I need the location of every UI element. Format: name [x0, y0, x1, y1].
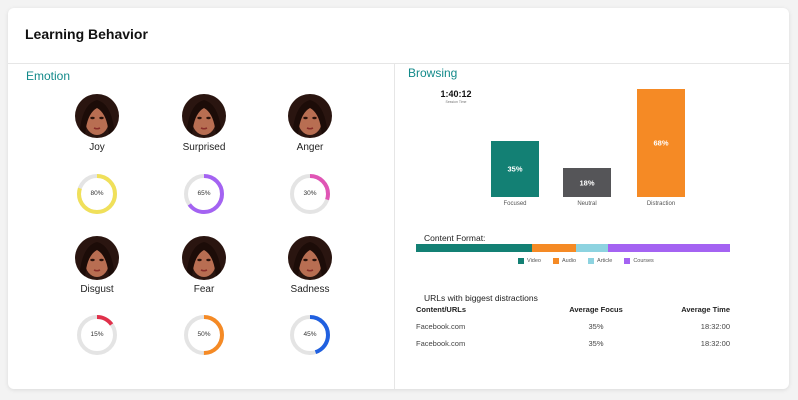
page-title: Learning Behavior [25, 26, 148, 42]
format-segment-video[interactable] [416, 244, 533, 252]
emotion-percent: 30% [303, 190, 317, 197]
emotion-label: Disgust [80, 284, 114, 295]
bar-neutral[interactable]: 18% [563, 168, 611, 197]
legend-swatch [518, 258, 524, 264]
emotion-ring: 80% [74, 171, 120, 217]
face-avatar [182, 94, 226, 138]
format-segment-courses[interactable] [607, 244, 730, 252]
legend-label: Audio [561, 258, 577, 264]
legend-label: Video [527, 258, 541, 264]
emotion-ring: 45% [287, 312, 333, 358]
emotion-label: Joy [89, 142, 105, 153]
emotion-ring: 65% [181, 171, 227, 217]
emotion-title: Emotion [26, 69, 71, 83]
time-cell: 18:32:00 [700, 339, 730, 348]
emotion-percent: 15% [90, 331, 104, 338]
emotion-ring: 15% [74, 312, 120, 358]
legend-item: Courses [624, 258, 654, 264]
legend-swatch [588, 258, 595, 264]
time-cell: 18:32:00 [700, 322, 730, 331]
session-time: 1:40:12 Session Time [436, 89, 476, 104]
emotion-label: Sadness [290, 284, 330, 295]
emotion-label: Anger [296, 142, 324, 153]
emotion-label: Surprised [182, 142, 226, 153]
bar-value-label: 68% [653, 138, 669, 148]
section-divider [394, 64, 395, 389]
bar-category-label: Focused [503, 201, 527, 207]
face-avatar [288, 236, 332, 280]
column-header: Average Focus [569, 305, 623, 314]
column-header: Average Time [681, 305, 730, 314]
bar-focused[interactable]: 35% [491, 141, 539, 197]
urls-table: Content/URLs Average Focus Average Time … [416, 305, 730, 356]
bar-value-label: 35% [507, 164, 523, 174]
emotion-label: Fear [193, 284, 215, 295]
table-row[interactable]: Facebook.com 35% 18:32:00 [416, 322, 730, 339]
legend-swatch [624, 258, 631, 264]
legend-swatch [552, 258, 559, 264]
focus-cell: 35% [588, 339, 604, 348]
content-format-title: Content Format: [424, 233, 486, 243]
bar-category-label: Neutral [577, 201, 597, 207]
emotion-ring: 50% [181, 312, 227, 358]
url-cell[interactable]: Facebook.com [416, 339, 465, 348]
browsing-title: Browsing [408, 66, 458, 80]
face-avatar [288, 94, 332, 138]
emotion-percent: 65% [197, 190, 211, 197]
legend-label: Courses [633, 258, 654, 264]
column-header: Content/URLs [416, 305, 466, 314]
face-avatar [182, 236, 226, 280]
face-avatar [75, 94, 119, 138]
emotion-percent: 45% [303, 331, 317, 338]
table-row[interactable]: Facebook.com 35% 18:32:00 [416, 339, 730, 356]
bar-category-label: Distraction [646, 201, 676, 207]
session-time-label: Session Time [445, 100, 467, 104]
content-format-legend: Video Audio Article Courses [518, 258, 654, 264]
url-cell[interactable]: Facebook.com [416, 322, 465, 331]
emotion-ring: 30% [287, 171, 333, 217]
bar-distraction[interactable]: 68% [637, 89, 685, 197]
emotion-percent: 50% [197, 331, 211, 338]
bar-value-label: 18% [579, 178, 595, 188]
urls-title: URLs with biggest distractions [424, 293, 538, 303]
legend-item: Video [518, 258, 541, 264]
format-segment-audio[interactable] [532, 244, 577, 252]
face-avatar [75, 236, 119, 280]
format-segment-article[interactable] [576, 244, 608, 252]
legend-item: Article [588, 258, 612, 264]
legend-item: Audio [552, 258, 577, 264]
content-format-bar [416, 244, 730, 252]
session-time-value: 1:40:12 [440, 89, 472, 99]
card-header: Learning Behavior [8, 8, 789, 64]
emotion-percent: 80% [90, 190, 104, 197]
table-header-row: Content/URLs Average Focus Average Time [416, 305, 730, 322]
legend-label: Article [597, 258, 613, 264]
focus-cell: 35% [588, 322, 604, 331]
